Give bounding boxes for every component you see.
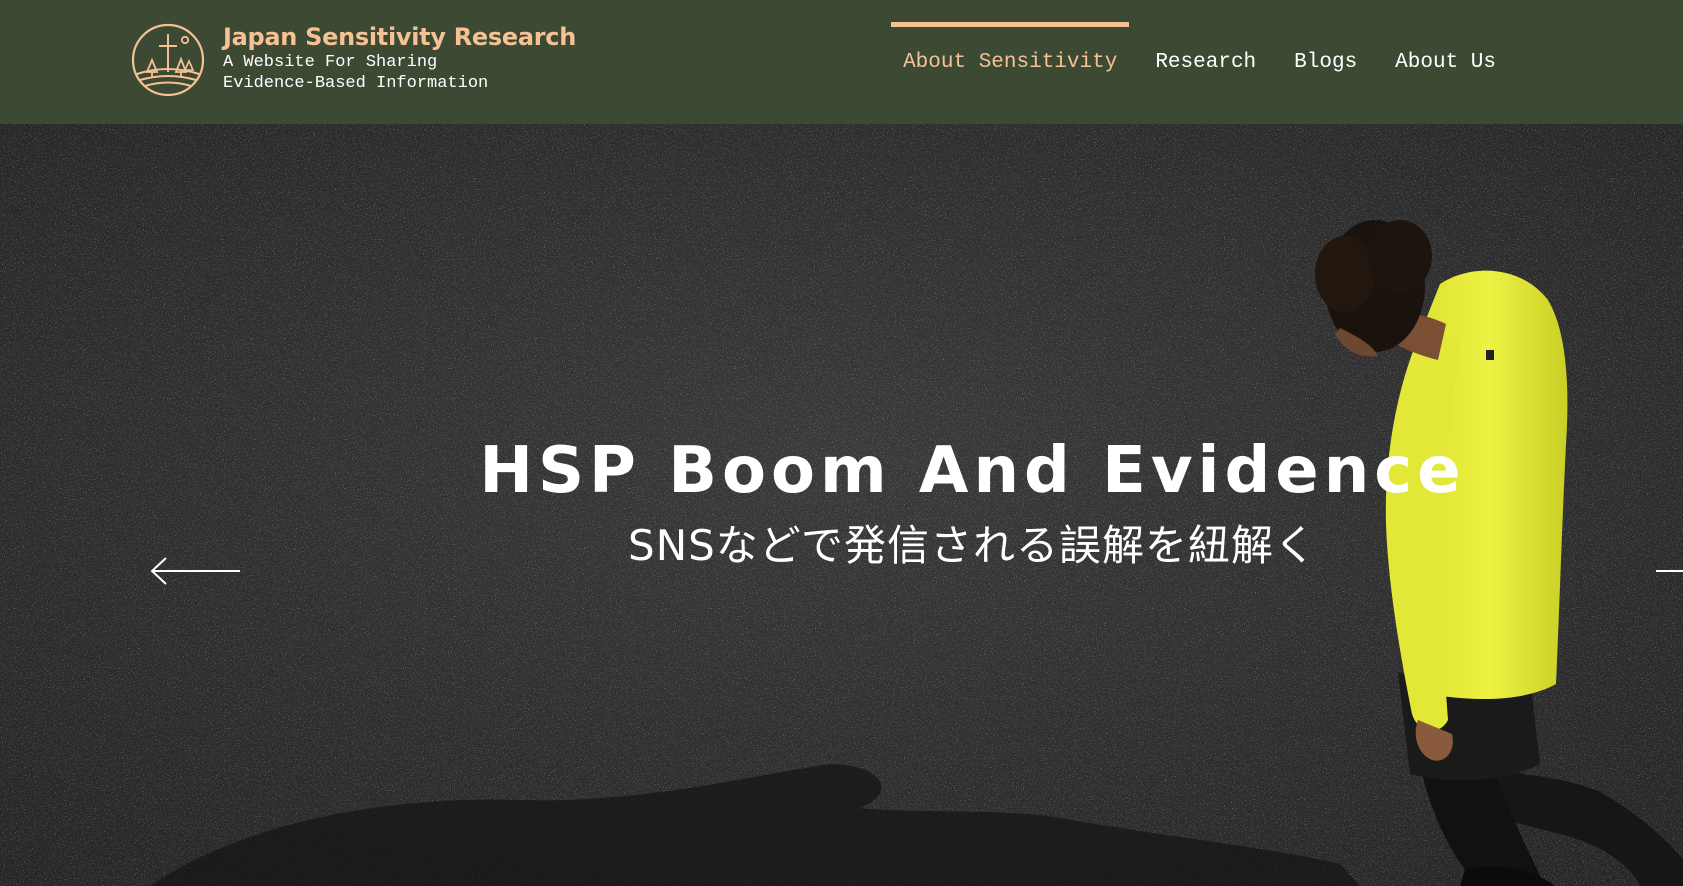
nav-item-research[interactable]: Research [1143, 0, 1268, 124]
hero-subtitle: SNSなどで発信される誤解を紐解く [628, 521, 1317, 570]
hero-title: HSP Boom And Evidence [479, 434, 1466, 508]
landscape-logo-icon [131, 23, 205, 97]
main-nav: About Sensitivity Research Blogs About U… [877, 0, 1508, 124]
nav-item-blogs[interactable]: Blogs [1282, 0, 1369, 124]
arrow-right-icon [1656, 570, 1683, 572]
site-header: Japan Sensitivity Research A Website For… [0, 0, 1683, 124]
site-title: Japan Sensitivity Research [223, 23, 577, 51]
slideshow-next-button[interactable] [1652, 551, 1683, 591]
site-tagline-line2: Evidence-Based Information [223, 74, 489, 93]
arrow-left-icon [150, 557, 240, 585]
nav-item-about-us[interactable]: About Us [1383, 0, 1508, 124]
brand-text: Japan Sensitivity Research A Website For… [223, 22, 576, 94]
hero-slideshow: HSP Boom And Evidence SNSなどで発信される誤解を紐解く [0, 124, 1683, 886]
page: Japan Sensitivity Research A Website For… [0, 0, 1683, 886]
brand-home-link[interactable]: Japan Sensitivity Research A Website For… [130, 22, 576, 98]
slideshow-prev-button[interactable] [148, 551, 248, 591]
nav-item-about-sensitivity[interactable]: About Sensitivity [891, 0, 1130, 124]
site-tagline-line1: A Website For Sharing [223, 53, 438, 72]
